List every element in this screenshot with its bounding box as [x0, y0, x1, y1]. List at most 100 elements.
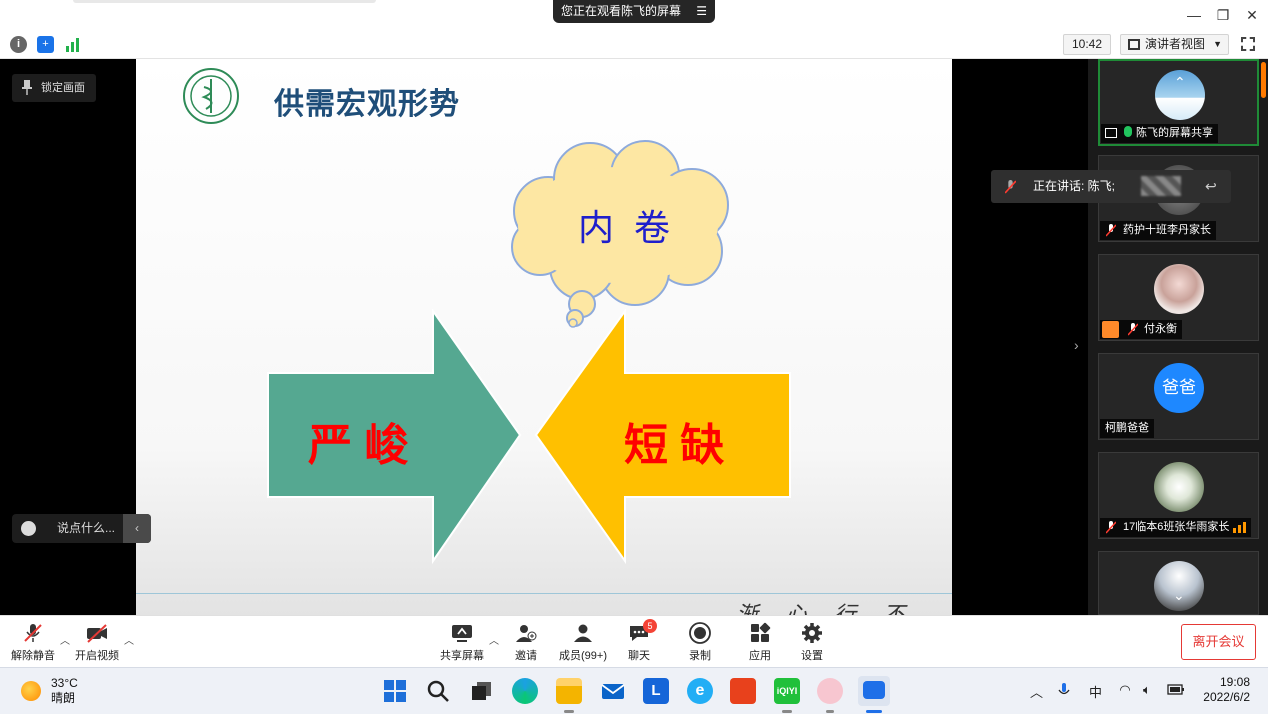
- cloud-text: 内 卷: [577, 207, 670, 248]
- add-user-icon: [516, 625, 537, 642]
- share-screen-button[interactable]: 共享屏幕: [439, 622, 485, 663]
- windows-start-icon[interactable]: [382, 678, 408, 704]
- taskbar-clock[interactable]: 19:08 2022/6/2: [1200, 675, 1250, 705]
- file-explorer-icon[interactable]: [556, 678, 582, 704]
- collapse-chat-icon[interactable]: ‹: [123, 514, 151, 543]
- microphone-icon[interactable]: [1058, 682, 1070, 698]
- sharing-banner[interactable]: 您正在观看陈飞的屏幕 ☰: [553, 0, 715, 23]
- footer-calligraphy: 渐 心 行 不 贵: [736, 597, 952, 615]
- participant-name: 药护十班李丹家长: [1100, 221, 1216, 240]
- video-off-icon: [87, 624, 107, 643]
- task-view-icon[interactable]: [469, 678, 495, 704]
- weather-condition: 晴朗: [51, 691, 76, 705]
- tray-overflow-icon[interactable]: ︿: [1030, 682, 1043, 701]
- invite-button[interactable]: 邀请: [511, 622, 541, 663]
- close-icon[interactable]: ✕: [1242, 6, 1262, 24]
- meeting-timer: 10:42: [1063, 34, 1111, 55]
- participant-name: 柯鹏爸爸: [1100, 419, 1154, 438]
- participant-tile[interactable]: 付永衡: [1098, 254, 1259, 341]
- avatar: ⌄: [1154, 561, 1204, 611]
- meeting-app-active-indicator: [866, 710, 882, 713]
- meeting-info-bar: i + 10:42 演讲者视图 ▼: [0, 30, 1268, 59]
- apps-button[interactable]: 应用: [745, 622, 775, 663]
- menu-icon[interactable]: ☰: [696, 0, 707, 23]
- participant-tile[interactable]: 爸爸 柯鹏爸爸: [1098, 353, 1259, 440]
- signal-strength-icon[interactable]: [64, 36, 81, 53]
- settings-label: 设置: [801, 650, 823, 662]
- panel-scrollbar[interactable]: [1261, 62, 1266, 98]
- ime-indicator[interactable]: 中: [1089, 682, 1102, 701]
- app-peach-icon[interactable]: [817, 678, 843, 704]
- chat-label: 聊天: [628, 650, 650, 662]
- settings-button[interactable]: 设置: [797, 622, 827, 663]
- lenovo-app-icon[interactable]: L: [643, 678, 669, 704]
- members-button[interactable]: 成员(99+): [557, 622, 609, 663]
- participant-name: 陈飞的屏幕共享: [1101, 124, 1218, 143]
- leave-meeting-button[interactable]: 离开会议: [1181, 624, 1256, 660]
- view-mode-dropdown[interactable]: 演讲者视图 ▼: [1120, 34, 1229, 55]
- lock-screen-button[interactable]: 锁定画面: [12, 74, 96, 102]
- lock-screen-label: 锁定画面: [41, 82, 85, 94]
- iqiyi-running-indicator: [782, 710, 792, 713]
- sharing-banner-text: 您正在观看陈飞的屏幕: [561, 4, 682, 18]
- search-icon[interactable]: [425, 678, 451, 704]
- avatar: [1154, 462, 1204, 512]
- explorer-running-indicator: [564, 710, 574, 713]
- shared-slide: 供需宏观形势 内 卷 严 峻 短 缺: [136, 59, 952, 615]
- participant-name: 17临本6班张华雨家长: [1100, 518, 1252, 537]
- left-arrow-text: 严 峻: [308, 421, 409, 470]
- start-video-label: 开启视频: [75, 650, 119, 662]
- university-logo: [183, 68, 239, 124]
- participants-panel: ⌃ 陈飞的屏幕共享 药护十班李丹家长 付永衡 爸爸 柯鹏爸爸 17临本6班张华雨…: [1088, 59, 1268, 615]
- participant-tile[interactable]: 17临本6班张华雨家长: [1098, 452, 1259, 539]
- battery-icon[interactable]: [1167, 682, 1185, 696]
- share-options-caret[interactable]: ︿: [489, 632, 499, 647]
- record-label: 录制: [689, 650, 711, 662]
- security-shield-icon[interactable]: +: [37, 36, 54, 53]
- mic-muted-icon: [1005, 180, 1016, 194]
- reply-icon[interactable]: ↩: [1205, 178, 1223, 194]
- chevron-up-icon[interactable]: ⌃: [1174, 74, 1186, 91]
- quick-chat-input[interactable]: 说点什么... ‹: [12, 514, 151, 543]
- collapse-panel-icon[interactable]: ›: [1074, 337, 1079, 353]
- apps-label: 应用: [749, 650, 771, 662]
- volume-icon[interactable]: 🔈︎: [1143, 682, 1151, 698]
- mail-icon[interactable]: [600, 678, 626, 704]
- slide-title: 供需宏观形势: [274, 88, 460, 121]
- meeting-app-icon[interactable]: [858, 676, 890, 706]
- participant-tile[interactable]: ⌃ 陈飞的屏幕共享: [1098, 59, 1259, 146]
- emoji-icon[interactable]: [21, 521, 36, 536]
- browser-e-icon[interactable]: e: [687, 678, 713, 704]
- edge-browser-icon[interactable]: [512, 678, 538, 704]
- share-screen-icon: [452, 625, 472, 642]
- layout-icon: [1128, 39, 1140, 50]
- invite-label: 邀请: [515, 650, 537, 662]
- info-icon[interactable]: i: [10, 36, 27, 53]
- chevron-down-icon[interactable]: ⌄: [1173, 587, 1185, 604]
- pin-icon: [22, 80, 32, 95]
- weather-widget[interactable]: 33°C 晴朗: [51, 676, 78, 706]
- mic-active-icon: [1124, 126, 1132, 137]
- mic-muted-icon: [1106, 521, 1116, 534]
- minimize-icon[interactable]: —: [1184, 6, 1204, 24]
- start-video-button[interactable]: 开启视频: [74, 622, 120, 663]
- iqiyi-icon[interactable]: iQIYI: [774, 678, 800, 704]
- title-bar: 您正在观看陈飞的屏幕 ☰ — ❐ ✕: [0, 0, 1268, 30]
- weather-sun-icon[interactable]: [21, 681, 41, 701]
- video-options-caret[interactable]: ︿: [124, 632, 134, 647]
- os-taskbar: 33°C 晴朗 L e iQIYI ︿ 中 ◜◝ 🔈︎ 19:08 2022/6…: [0, 667, 1268, 714]
- screen-share-icon: [1105, 128, 1117, 138]
- record-button[interactable]: 录制: [685, 622, 715, 663]
- clock-time: 19:08: [1219, 675, 1250, 689]
- office-icon[interactable]: [730, 678, 756, 704]
- avatar: 爸爸: [1154, 363, 1204, 413]
- unmute-button[interactable]: 解除静音: [10, 622, 56, 663]
- avatar: ⌃: [1155, 70, 1205, 120]
- participant-tile[interactable]: ⌄: [1098, 551, 1259, 615]
- fullscreen-icon[interactable]: [1241, 37, 1255, 51]
- restore-icon[interactable]: ❐: [1213, 6, 1233, 24]
- clock-date: 2022/6/2: [1203, 690, 1250, 704]
- audio-options-caret[interactable]: ︿: [60, 632, 70, 647]
- wifi-icon[interactable]: ◜◝: [1120, 682, 1130, 698]
- apps-icon: [751, 622, 771, 642]
